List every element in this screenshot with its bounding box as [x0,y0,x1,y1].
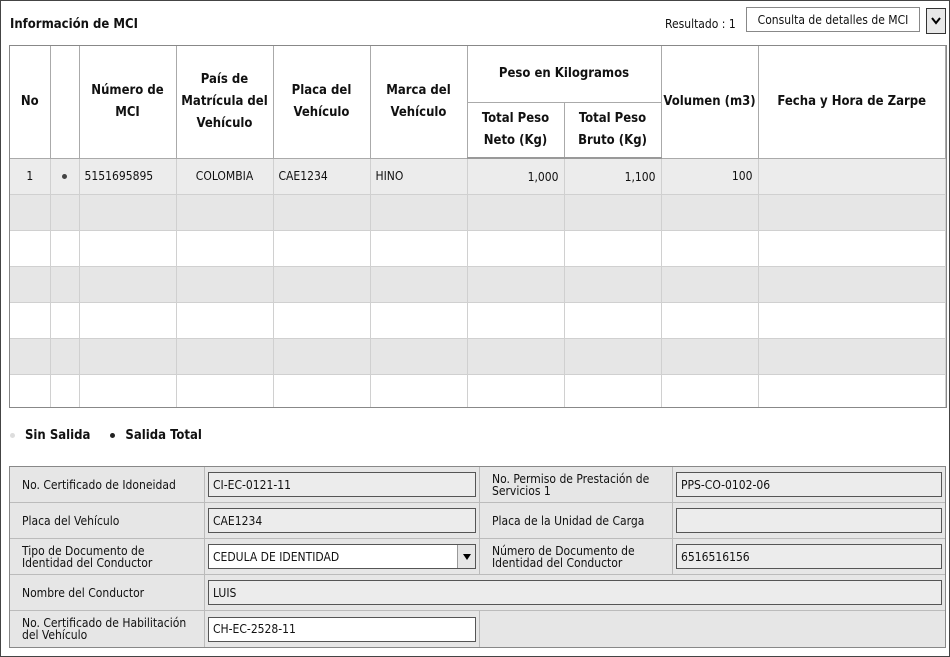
driver-detail-form: No. Certificado de Idoneidad CI-EC-0121-… [9,466,946,648]
cell-net-weight: 1,000 [467,158,565,195]
mci-grid: No Número de MCI País de Matrícula del V… [9,45,947,408]
cell-plate: CAE1234 [273,158,371,195]
query-select[interactable]: Consulta de detalles de MCI [746,7,920,32]
query-dropdown-button[interactable] [926,8,946,34]
status-dot-icon [62,174,67,180]
result-count: Resultado : 1 [665,17,736,31]
tipo-doc-cell: CEDULA DE IDENTIDAD [205,539,480,575]
empty-cell [480,611,945,647]
col-header-gross-weight[interactable]: Total Peso Bruto (Kg) [564,102,662,159]
placa-carga-label: Placa de la Unidad de Carga [480,503,673,539]
caret-down-icon [462,553,471,560]
col-header-no[interactable]: No [10,46,51,159]
placa-cell: CAE1234 [205,503,480,539]
cert-hab-field[interactable]: CH-EC-2528-11 [208,616,476,642]
panel-title: Información de MCI [10,17,138,32]
cell-gross-weight: 1,100 [564,158,662,195]
num-doc-cell: 6516516156 [673,539,945,575]
table-row-empty [10,338,946,375]
table-row-empty [10,374,946,407]
legend-no-exit-label: Sin Salida [25,428,91,443]
num-doc-label: Número de Documento de Identidad del Con… [480,539,673,575]
cell-departure [758,158,946,195]
mci-table: No Número de MCI País de Matrícula del V… [10,46,946,407]
nombre-cell: LUIS [205,575,945,611]
cell-status [50,158,80,195]
cert-hab-cell: CH-EC-2528-11 [205,611,480,647]
col-header-departure[interactable]: Fecha y Hora de Zarpe [758,46,946,159]
cert-idoneidad-field[interactable]: CI-EC-0121-11 [208,472,476,497]
cell-no: 1 [10,158,51,195]
col-header-country[interactable]: País de Matrícula del Vehículo [176,46,274,159]
col-header-plate[interactable]: Placa del Vehículo [273,46,371,159]
placa-carga-cell [673,503,945,539]
form-row: Placa del Vehículo CAE1234 Placa de la U… [10,503,945,539]
table-row-empty [10,194,946,231]
col-header-weight-group: Peso en Kilogramos [467,46,662,103]
form-row: No. Certificado de Habilitación del Vehí… [10,611,945,647]
nombre-label: Nombre del Conductor [10,575,205,611]
cell-country: COLOMBIA [176,158,274,195]
cert-idoneidad-cell: CI-EC-0121-11 [205,467,480,503]
col-header-status [50,46,80,159]
form-row: Tipo de Documento de Identidad del Condu… [10,539,945,575]
chevron-down-icon [931,17,941,25]
permiso-label: No. Permiso de Prestación de Servicios 1 [480,467,673,503]
col-header-brand[interactable]: Marca del Vehículo [370,46,468,159]
cert-idoneidad-label: No. Certificado de Idoneidad [10,467,205,503]
form-row: No. Certificado de Idoneidad CI-EC-0121-… [10,467,945,503]
tipo-doc-value: CEDULA DE IDENTIDAD [213,549,340,564]
tipo-doc-label: Tipo de Documento de Identidad del Condu… [10,539,205,575]
col-header-net-weight[interactable]: Total Peso Neto (Kg) [467,102,565,159]
table-row-empty [10,230,946,267]
num-doc-field[interactable]: 6516516156 [676,544,942,569]
cert-hab-label: No. Certificado de Habilitación del Vehí… [10,611,205,647]
cell-brand: HINO [370,158,468,195]
tipo-doc-dropdown-button[interactable] [457,545,475,568]
placa-label: Placa del Vehículo [10,503,205,539]
cell-mci-number: 5151695895 [79,158,177,195]
cell-volume: 100 [661,158,759,195]
col-header-volume[interactable]: Volumen (m3) [661,46,759,159]
table-row-empty [10,302,946,339]
query-select-label: Consulta de detalles de MCI [757,12,909,27]
nombre-field[interactable]: LUIS [208,580,942,605]
permiso-field[interactable]: PPS-CO-0102-06 [676,472,942,497]
legend-no-exit: Sin Salida [10,428,90,443]
no-exit-dot-icon [10,433,15,438]
legend-total-exit: Salida Total [110,428,202,443]
placa-carga-field[interactable] [676,508,942,533]
legend-total-exit-label: Salida Total [125,428,202,443]
form-row: Nombre del Conductor LUIS [10,575,945,611]
tipo-doc-select[interactable]: CEDULA DE IDENTIDAD [208,544,476,569]
status-legend: Sin Salida Salida Total [10,428,202,443]
col-header-mci-number[interactable]: Número de MCI [79,46,177,159]
permiso-cell: PPS-CO-0102-06 [673,467,945,503]
placa-field[interactable]: CAE1234 [208,508,476,533]
table-row-empty [10,266,946,303]
table-row[interactable]: 1 5151695895 COLOMBIA CAE1234 HINO 1,000… [10,158,946,195]
total-exit-dot-icon [110,433,116,438]
